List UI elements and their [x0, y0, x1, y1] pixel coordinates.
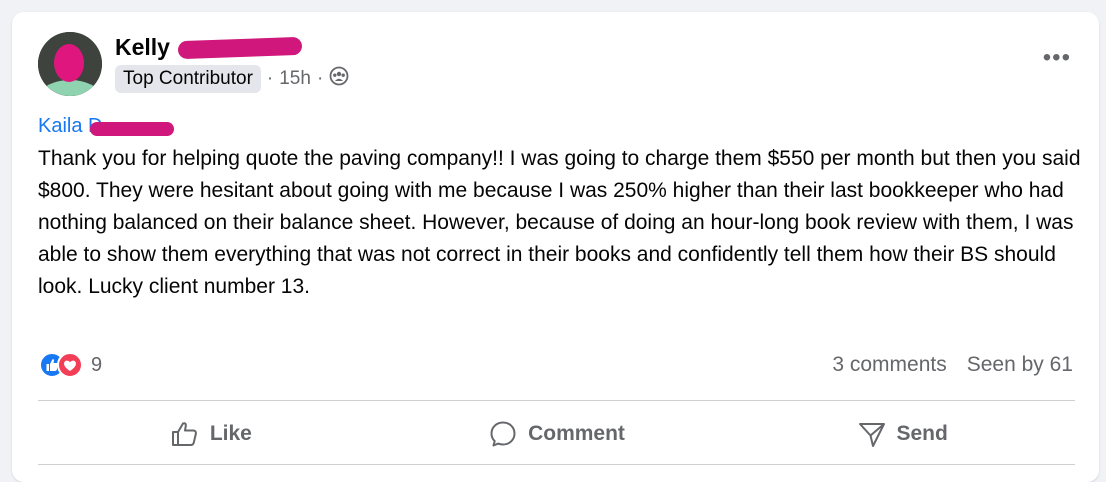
post-card: Kelly Top Contributor · 15h · ••• Kaila … — [12, 12, 1099, 482]
post-body: Thank you for helping quote the paving c… — [38, 147, 1081, 298]
meta-separator: · — [316, 68, 324, 89]
divider — [38, 400, 1075, 401]
reaction-icons — [39, 352, 83, 378]
comment-icon — [490, 421, 516, 447]
name-redaction — [177, 36, 303, 59]
author-first-name[interactable]: Kelly — [115, 34, 170, 61]
comments-count[interactable]: 3 comments — [832, 353, 946, 377]
divider — [38, 464, 1075, 465]
reactions-summary[interactable]: 9 — [39, 352, 102, 378]
more-options-icon[interactable]: ••• — [1043, 46, 1071, 70]
send-button[interactable]: Send — [729, 412, 1075, 456]
author-name[interactable]: Kelly — [115, 34, 303, 61]
send-label: Send — [896, 422, 948, 445]
love-reaction-icon — [57, 352, 83, 378]
action-bar: Like Comment Send — [38, 412, 1075, 456]
like-button[interactable]: Like — [38, 412, 384, 456]
thumbs-up-icon — [171, 422, 197, 446]
avatar-icon — [38, 32, 102, 96]
top-contributor-badge[interactable]: Top Contributor — [115, 65, 261, 93]
mention-link[interactable]: Kaila D — [38, 115, 175, 138]
send-icon — [858, 423, 885, 447]
comment-label: Comment — [528, 422, 625, 445]
mention-redaction — [90, 121, 175, 136]
post-meta: Top Contributor · 15h · — [115, 65, 349, 93]
comment-button[interactable]: Comment — [384, 412, 730, 456]
post-time[interactable]: 15h — [279, 68, 311, 90]
group-icon[interactable] — [329, 66, 349, 92]
like-label: Like — [209, 422, 252, 445]
post-stats: 3 comments Seen by 61 — [832, 353, 1073, 377]
seen-by-count[interactable]: Seen by 61 — [967, 353, 1073, 377]
reaction-count[interactable]: 9 — [91, 354, 102, 377]
avatar[interactable] — [38, 32, 102, 96]
meta-separator: · — [266, 68, 274, 89]
